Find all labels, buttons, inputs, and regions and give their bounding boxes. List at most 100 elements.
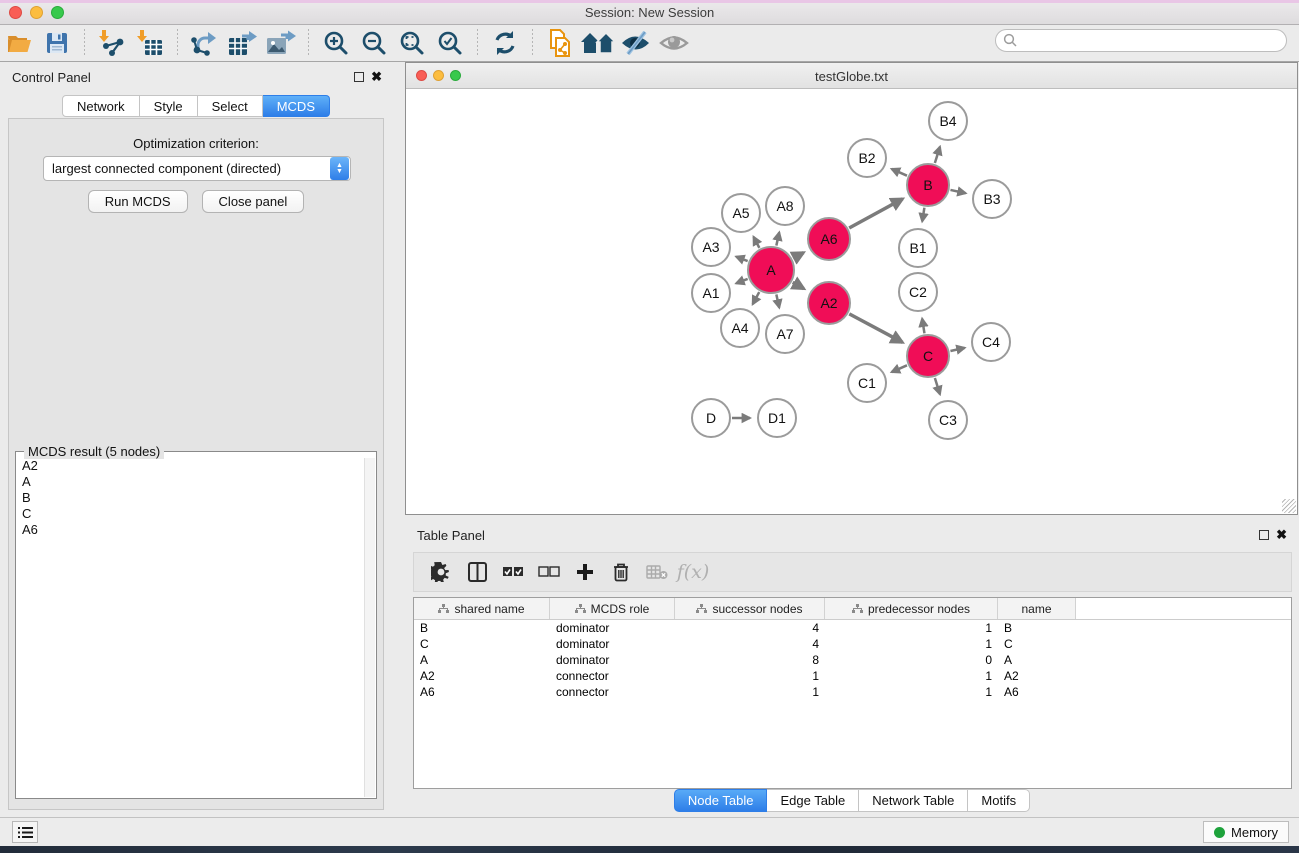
tab-mcds[interactable]: MCDS <box>263 95 330 117</box>
column-header-filler <box>1076 598 1291 619</box>
column-header-MCDS-role[interactable]: MCDS role <box>550 598 675 619</box>
edge-A-A4[interactable] <box>753 292 759 304</box>
cell-shared-name: A6 <box>414 685 550 699</box>
edge-B-B2[interactable] <box>892 169 907 176</box>
edge-B-B1[interactable] <box>922 208 924 222</box>
edge-A-A6[interactable] <box>793 253 803 259</box>
tab-node-table[interactable]: Node Table <box>674 789 768 812</box>
run-mcds-button[interactable]: Run MCDS <box>88 190 188 213</box>
export-network-icon[interactable] <box>186 27 224 59</box>
edge-A-A7[interactable] <box>776 294 779 307</box>
close-panel-button[interactable]: Close panel <box>202 190 305 213</box>
result-scrollbar[interactable] <box>364 458 375 797</box>
import-table-icon[interactable] <box>131 27 169 59</box>
cell-MCDS-role: connector <box>550 685 675 699</box>
tab-edge-table[interactable]: Edge Table <box>767 789 859 812</box>
column-header-name[interactable]: name <box>998 598 1076 619</box>
optimization-criterion-label: Optimization criterion: <box>9 136 383 151</box>
desktop-background <box>0 846 1299 853</box>
tab-select[interactable]: Select <box>198 95 263 117</box>
node-label-D1: D1 <box>768 410 786 426</box>
open-folder-icon[interactable] <box>0 27 38 59</box>
import-network-icon[interactable] <box>93 27 131 59</box>
network-window-title: testGlobe.txt <box>406 69 1297 84</box>
search-input[interactable] <box>1018 32 1286 50</box>
zoom-fit-icon[interactable] <box>393 27 431 59</box>
show-column-panel-icon[interactable] <box>462 557 492 587</box>
network-canvas[interactable]: AA1A2A3A4A5A6A7A8BB1B2B3B4CC1C2C3C4DD1 <box>406 89 1297 514</box>
edge-B-B4[interactable] <box>935 147 940 163</box>
delete-table-icon[interactable] <box>642 557 672 587</box>
edge-A-A1[interactable] <box>736 279 747 283</box>
tab-style[interactable]: Style <box>140 95 198 117</box>
function-builder-icon[interactable]: f(x) <box>678 557 708 587</box>
network-view-window: testGlobe.txt AA1A2A3A4A5A6A7A8BB1B2B3B4… <box>405 62 1298 515</box>
column-header-successor-nodes[interactable]: successor nodes <box>675 598 825 619</box>
column-label: predecessor nodes <box>868 602 970 616</box>
result-list-item[interactable]: A2 <box>17 458 364 474</box>
table-panel-title: Table Panel <box>417 528 485 543</box>
cell-successor-nodes: 1 <box>675 685 825 699</box>
select-all-icon[interactable] <box>498 557 528 587</box>
optimization-select-value: largest connected component (directed) <box>44 161 330 176</box>
show-networks-home-icon[interactable] <box>579 27 617 59</box>
table-row[interactable]: A6connector11A6 <box>414 684 1291 700</box>
result-list-item[interactable]: A6 <box>17 522 364 538</box>
float-panel-icon[interactable] <box>354 72 364 82</box>
column-header-predecessor-nodes[interactable]: predecessor nodes <box>825 598 998 619</box>
refresh-icon[interactable] <box>486 27 524 59</box>
hide-graphics-details-icon[interactable] <box>617 27 655 59</box>
column-tree-icon <box>575 604 586 614</box>
settings-gear-icon[interactable] <box>426 557 456 587</box>
edge-A-A2[interactable] <box>793 282 804 288</box>
edge-C-C3[interactable] <box>935 378 940 394</box>
close-panel-icon[interactable]: ✖ <box>371 69 382 85</box>
app-title: Session: New Session <box>0 5 1299 20</box>
column-header-shared-name[interactable]: shared name <box>414 598 550 619</box>
tab-network[interactable]: Network <box>62 95 140 117</box>
tab-network-table[interactable]: Network Table <box>859 789 968 812</box>
zoom-in-icon[interactable] <box>317 27 355 59</box>
memory-button[interactable]: Memory <box>1203 821 1289 843</box>
edge-A-A8[interactable] <box>776 232 779 245</box>
export-image-icon[interactable] <box>262 27 300 59</box>
unselect-all-icon[interactable] <box>534 557 564 587</box>
tab-motifs[interactable]: Motifs <box>968 789 1030 812</box>
edge-C-C2[interactable] <box>922 319 924 334</box>
node-label-C1: C1 <box>858 375 876 391</box>
add-row-icon[interactable] <box>570 557 600 587</box>
close-table-panel-icon[interactable]: ✖ <box>1276 527 1287 543</box>
clone-network-icon[interactable] <box>541 27 579 59</box>
table-row[interactable]: Adominator80A <box>414 652 1291 668</box>
edge-A2-C[interactable] <box>849 314 902 342</box>
birds-eye-view-icon[interactable] <box>655 27 693 59</box>
delete-row-icon[interactable] <box>606 557 636 587</box>
table-row[interactable]: Bdominator41B <box>414 620 1291 636</box>
table-row[interactable]: Cdominator41C <box>414 636 1291 652</box>
node-label-B: B <box>923 177 932 193</box>
edge-A-A3[interactable] <box>736 257 747 261</box>
save-session-icon[interactable] <box>38 27 76 59</box>
export-table-icon[interactable] <box>224 27 262 59</box>
cell-MCDS-role: dominator <box>550 621 675 635</box>
edge-B-B3[interactable] <box>950 190 965 193</box>
result-list-item[interactable]: C <box>17 506 364 522</box>
table-row[interactable]: A2connector11A2 <box>414 668 1291 684</box>
result-list-item[interactable]: B <box>17 490 364 506</box>
task-history-button[interactable] <box>12 821 38 843</box>
optimization-select[interactable]: largest connected component (directed) ▲… <box>43 156 351 181</box>
zoom-out-icon[interactable] <box>355 27 393 59</box>
cell-predecessor-nodes: 1 <box>825 669 998 683</box>
node-label-A1: A1 <box>702 285 719 301</box>
edge-C-C4[interactable] <box>950 348 964 351</box>
table-panel-header: Table Panel ✖ <box>405 520 1299 550</box>
float-table-panel-icon[interactable] <box>1259 530 1269 540</box>
zoom-selected-icon[interactable] <box>431 27 469 59</box>
control-panel: Control Panel ✖ NetworkStyleSelectMCDS O… <box>0 62 392 817</box>
window-resize-grip[interactable] <box>1282 499 1296 513</box>
edge-A-A5[interactable] <box>754 237 760 248</box>
edge-C-C1[interactable] <box>892 365 907 372</box>
main-toolbar <box>0 25 1299 62</box>
result-list-item[interactable]: A <box>17 474 364 490</box>
edge-A6-B[interactable] <box>849 199 902 228</box>
